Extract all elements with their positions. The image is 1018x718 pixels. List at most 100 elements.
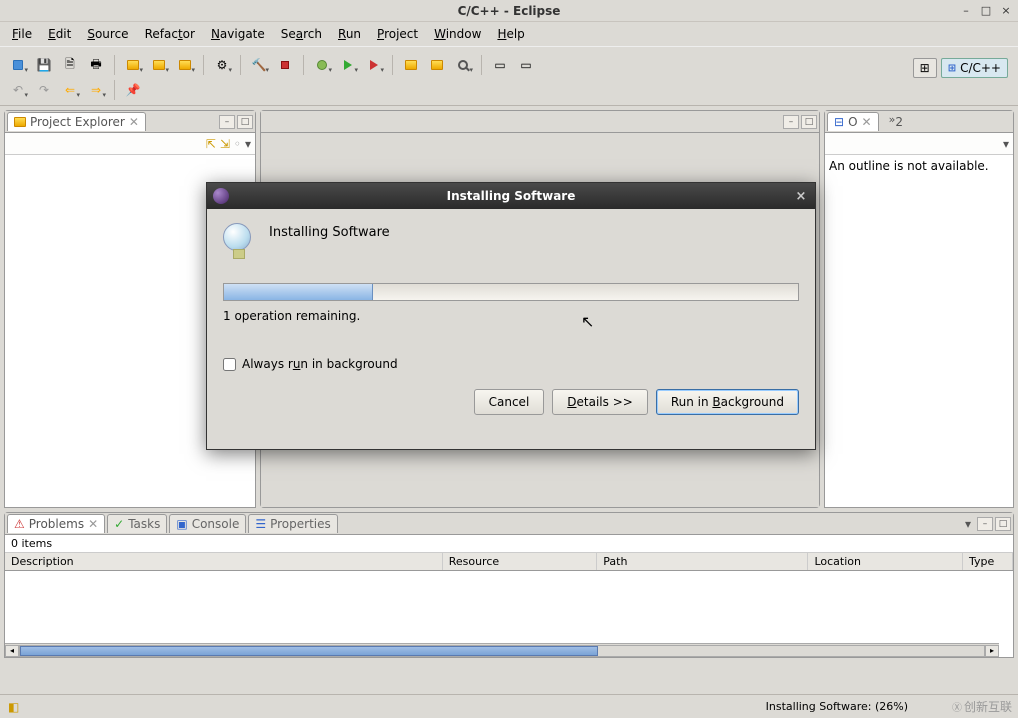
menu-bar: FFileile Edit Source Refactor Navigate S… — [0, 22, 1018, 46]
menu-run[interactable]: Run — [332, 25, 367, 43]
run-button[interactable] — [336, 54, 360, 76]
menu-source[interactable]: Source — [81, 25, 134, 43]
nav-next-button[interactable]: ⇒ — [84, 79, 108, 101]
close-button[interactable]: × — [998, 4, 1014, 18]
run-in-background-button[interactable]: Run in Background — [656, 389, 799, 415]
new-folder-button[interactable] — [147, 54, 171, 76]
status-icon[interactable]: ◧ — [8, 700, 19, 714]
outline-panel: ⊟ O ✕ »2 ▾ An outline is not available. — [824, 110, 1014, 508]
close-tab-icon[interactable]: ✕ — [129, 115, 139, 129]
folder-icon — [14, 117, 26, 127]
maximize-view-button[interactable]: □ — [237, 115, 253, 129]
always-background-checkbox[interactable] — [223, 358, 236, 371]
dialog-heading: Installing Software — [269, 223, 390, 240]
debug-button[interactable] — [310, 54, 334, 76]
col-location[interactable]: Location — [808, 553, 963, 570]
lightbulb-icon — [223, 223, 255, 267]
outline-menu-icon[interactable]: ▾ — [1003, 137, 1009, 151]
always-background-label[interactable]: Always run in background — [242, 357, 398, 371]
toolbar-area: 💾 🗎 🖶 ⚙ 🔨 ▭ ▭ ↶ ↷ ⇐ ⇒ 📌 — [0, 46, 1018, 106]
properties-icon: ☰ — [255, 517, 266, 531]
progress-bar — [223, 283, 799, 301]
outline-icon: ⊟ — [834, 115, 844, 129]
close-tab-icon[interactable]: ✕ — [88, 517, 98, 531]
new-button[interactable] — [6, 54, 30, 76]
minimize-button[interactable]: – — [958, 4, 974, 18]
problems-table-header: Description Resource Path Location Type — [5, 552, 1013, 571]
cancel-button[interactable]: Cancel — [474, 389, 545, 415]
stop-button[interactable] — [273, 54, 297, 76]
menu-window[interactable]: Window — [428, 25, 487, 43]
toggle-mark-button[interactable]: ▭ — [488, 54, 512, 76]
installing-software-dialog: Installing Software × Installing Softwar… — [206, 182, 816, 450]
tasks-icon: ✓ — [114, 517, 124, 531]
outline-tab[interactable]: ⊟ O ✕ — [827, 112, 879, 131]
close-tab-icon[interactable]: ✕ — [862, 115, 872, 129]
dialog-close-button[interactable]: × — [793, 188, 809, 204]
link-editor-icon[interactable]: ⇲ — [220, 137, 230, 151]
status-progress-text: Installing Software: (26%) — [766, 700, 908, 713]
problems-count: 0 items — [5, 535, 1013, 552]
perspective-cpp[interactable]: ⊞ C/C++ — [941, 58, 1008, 78]
editor-maximize-button[interactable]: □ — [801, 115, 817, 129]
menu-navigate[interactable]: Navigate — [205, 25, 271, 43]
nav-fwd-button[interactable]: ↷ — [32, 79, 56, 101]
nav-prev-button[interactable]: ⇐ — [58, 79, 82, 101]
view-menu-icon[interactable]: ▾ — [965, 517, 971, 531]
problems-table-body[interactable]: ◂ ▸ — [5, 571, 1013, 657]
progress-status: 1 operation remaining. — [223, 309, 799, 323]
print-button[interactable]: 🖶 — [84, 54, 108, 76]
open-task-button[interactable] — [425, 54, 449, 76]
menu-help[interactable]: Help — [491, 25, 530, 43]
horizontal-scrollbar[interactable]: ◂ ▸ — [5, 643, 999, 657]
details-button[interactable]: Details >> — [552, 389, 648, 415]
menu-search[interactable]: Search — [275, 25, 328, 43]
status-bar: ◧ Installing Software: (26%) Ⓧ 创新互联 — [0, 694, 1018, 718]
run-last-button[interactable] — [362, 54, 386, 76]
scroll-left-icon[interactable]: ◂ — [5, 645, 19, 657]
new-project-button[interactable] — [121, 54, 145, 76]
nav-back-button[interactable]: ↶ — [6, 79, 30, 101]
eclipse-icon — [213, 188, 229, 204]
menu-refactor[interactable]: Refactor — [139, 25, 201, 43]
col-type[interactable]: Type — [963, 553, 1013, 570]
view-menu-icon[interactable]: ▾ — [245, 137, 251, 151]
pin-button[interactable]: 📌 — [121, 79, 145, 101]
properties-tab[interactable]: ☰ Properties — [248, 514, 337, 533]
open-perspective-button[interactable]: ⊞ — [913, 58, 937, 78]
menu-file[interactable]: FFileile — [6, 25, 38, 43]
build-button[interactable]: ⚙ — [210, 54, 234, 76]
menu-edit[interactable]: Edit — [42, 25, 77, 43]
open-type-button[interactable] — [399, 54, 423, 76]
cpp-icon: ⊞ — [948, 63, 956, 74]
watermark: Ⓧ 创新互联 — [952, 698, 1012, 715]
project-explorer-tab[interactable]: Project Explorer ✕ — [7, 112, 146, 131]
minimize-view-button[interactable]: – — [977, 517, 993, 531]
tasks-tab[interactable]: ✓ Tasks — [107, 514, 167, 533]
collapse-all-icon[interactable]: ⇱ — [206, 137, 216, 151]
col-description[interactable]: Description — [5, 553, 443, 570]
problems-tab[interactable]: ⚠ Problems ✕ — [7, 514, 105, 533]
search-button[interactable] — [451, 54, 475, 76]
problems-icon: ⚠ — [14, 517, 25, 531]
new-file-button[interactable] — [173, 54, 197, 76]
save-all-button[interactable]: 🗎 — [58, 54, 82, 76]
save-button[interactable]: 💾 — [32, 54, 56, 76]
bottom-panel: ⚠ Problems ✕ ✓ Tasks ▣ Console ☰ Propert… — [4, 512, 1014, 658]
menu-project[interactable]: Project — [371, 25, 424, 43]
console-tab[interactable]: ▣ Console — [169, 514, 246, 533]
focus-icon[interactable]: ◦ — [234, 137, 241, 151]
col-resource[interactable]: Resource — [443, 553, 598, 570]
maximize-button[interactable]: □ — [978, 4, 994, 18]
window-titlebar: C/C++ - Eclipse – □ × — [0, 0, 1018, 22]
dialog-title-text: Installing Software — [447, 189, 576, 203]
dialog-titlebar[interactable]: Installing Software × — [207, 183, 815, 209]
minimize-view-button[interactable]: – — [219, 115, 235, 129]
scroll-right-icon[interactable]: ▸ — [985, 645, 999, 657]
more-views[interactable]: »2 — [889, 113, 903, 129]
editor-minimize-button[interactable]: – — [783, 115, 799, 129]
col-path[interactable]: Path — [597, 553, 808, 570]
maximize-view-button[interactable]: □ — [995, 517, 1011, 531]
toggle-block-button[interactable]: ▭ — [514, 54, 538, 76]
hammer-button[interactable]: 🔨 — [247, 54, 271, 76]
